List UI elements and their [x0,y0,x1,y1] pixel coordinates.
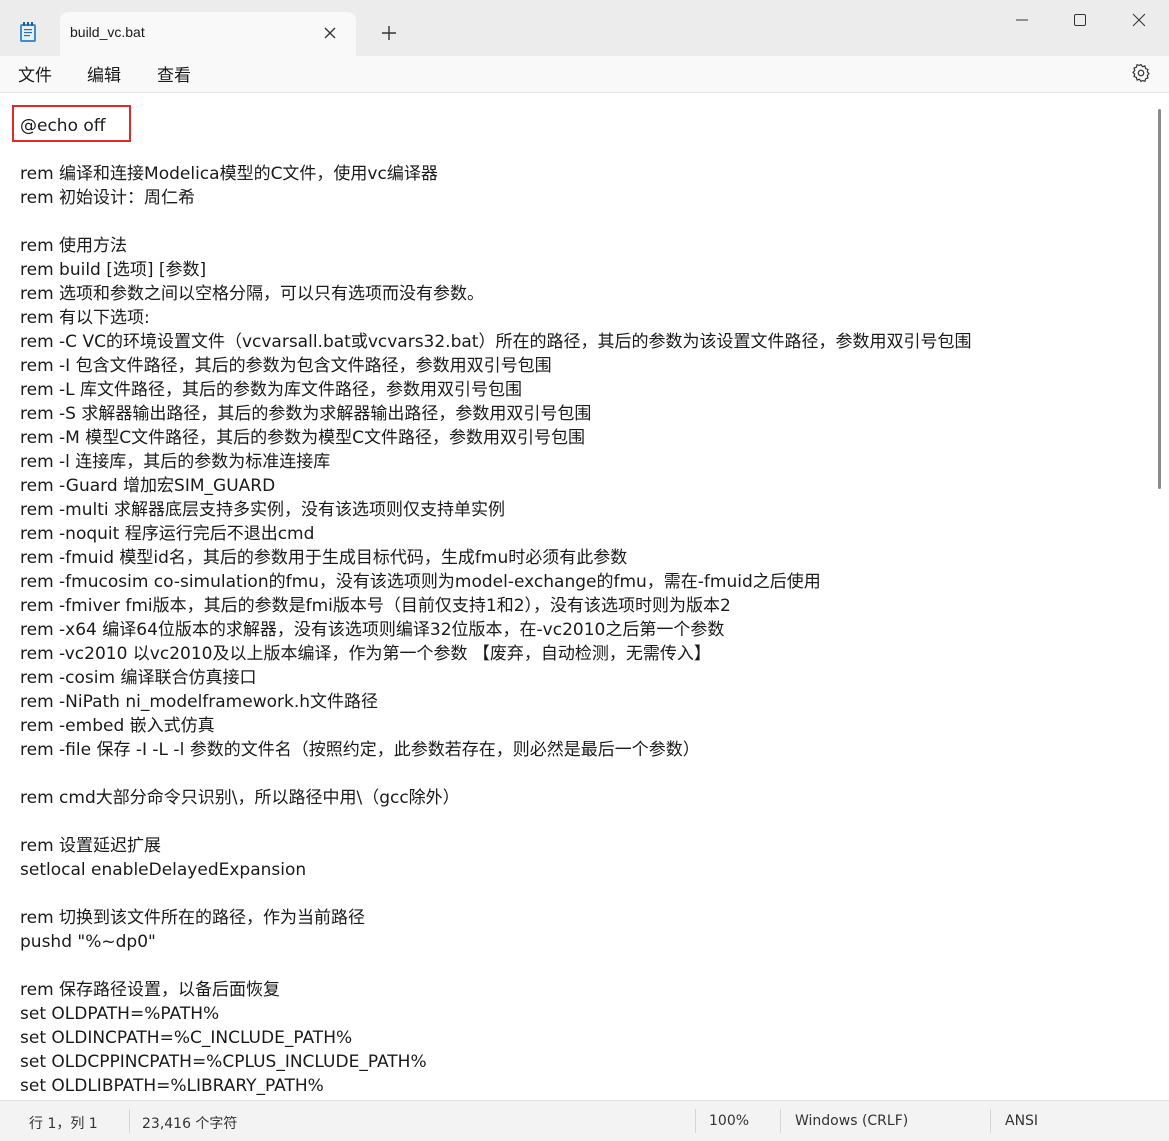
title-bar: build_vc.bat [0,0,1169,56]
editor-line[interactable]: rem cmd大部分命令只识别\，所以路径中用\（gcc除外） [20,786,971,810]
gear-icon[interactable] [1130,62,1152,84]
editor-line[interactable]: rem 初始设计：周仁希 [20,186,971,210]
status-divider [695,1109,696,1133]
editor-line[interactable] [20,954,971,978]
text-editor[interactable]: @echo off rem 编译和连接Modelica模型的C文件，使用vc编译器… [0,93,1169,1100]
menu-view[interactable]: 查看 [157,61,191,86]
line-ending[interactable]: Windows (CRLF) [795,1113,908,1129]
editor-line[interactable]: rem -I 包含文件路径，其后的参数为包含文件路径，参数用双引号包围 [20,354,971,378]
editor-line[interactable]: rem -C VC的环境设置文件（vcvarsall.bat或vcvars32.… [20,330,971,354]
tab-title: build_vc.bat [70,24,145,40]
editor-line[interactable] [20,762,971,786]
editor-line[interactable]: set OLDINCPATH=%C_INCLUDE_PATH% [20,1026,971,1050]
editor-line[interactable]: rem -l 连接库，其后的参数为标准连接库 [20,450,971,474]
zoom-level[interactable]: 100% [709,1113,749,1129]
editor-line[interactable]: rem -S 求解器输出路径，其后的参数为求解器输出路径，参数用双引号包围 [20,402,971,426]
editor-line[interactable]: rem -fmucosim co-simulation的fmu，没有该选项则为m… [20,570,971,594]
menu-file[interactable]: 文件 [18,61,52,86]
close-tab-icon[interactable] [322,25,338,41]
character-count: 23,416 个字符 [142,1116,238,1132]
maximize-icon[interactable] [1065,8,1095,32]
close-window-icon[interactable] [1124,8,1154,32]
editor-line[interactable]: set OLDCPPINCPATH=%CPLUS_INCLUDE_PATH% [20,1050,971,1074]
menu-bar: 文件 编辑 查看 [0,56,1169,93]
notepad-app-icon [20,22,36,42]
vertical-scrollbar[interactable] [1158,109,1161,489]
editor-line[interactable]: rem -M 模型C文件路径，其后的参数为模型C文件路径，参数用双引号包围 [20,426,971,450]
editor-line[interactable]: rem 保存路径设置，以备后面恢复 [20,978,971,1002]
editor-line[interactable]: rem 使用方法 [20,234,971,258]
menu-edit[interactable]: 编辑 [87,61,121,86]
new-tab-plus-icon[interactable] [378,22,400,44]
editor-line[interactable]: rem 选项和参数之间以空格分隔，可以只有选项而没有参数。 [20,282,971,306]
editor-line[interactable]: rem build [选项] [参数] [20,258,971,282]
editor-line[interactable]: rem -fmiver fmi版本，其后的参数是fmi版本号（目前仅支持1和2）… [20,594,971,618]
editor-line[interactable] [20,210,971,234]
editor-line[interactable]: rem -cosim 编译联合仿真接口 [20,666,971,690]
editor-line[interactable]: pushd "%~dp0" [20,930,971,954]
editor-line[interactable] [20,882,971,906]
editor-line[interactable]: @echo off [20,114,971,138]
status-divider [990,1109,991,1133]
editor-line[interactable]: rem -noquit 程序运行完后不退出cmd [20,522,971,546]
editor-line[interactable]: rem -vc2010 以vc2010及以上版本编译，作为第一个参数 【废弃，自… [20,642,971,666]
editor-line[interactable]: rem 设置延迟扩展 [20,834,971,858]
editor-line[interactable] [20,810,971,834]
editor-line[interactable]: rem -multi 求解器底层支持多实例，没有该选项则仅支持单实例 [20,498,971,522]
editor-line[interactable]: rem 切换到该文件所在的路径，作为当前路径 [20,906,971,930]
status-divider [780,1109,781,1133]
editor-line[interactable]: rem 编译和连接Modelica模型的C文件，使用vc编译器 [20,162,971,186]
editor-line[interactable]: set OLDPATH=%PATH% [20,1002,971,1026]
status-divider [129,1109,130,1133]
status-bar: 行 1，列 1 23,416 个字符 100% Windows (CRLF) A… [0,1100,1169,1141]
editor-line[interactable] [20,138,971,162]
editor-line[interactable]: rem 有以下选项: [20,306,971,330]
editor-line[interactable]: setlocal enableDelayedExpansion [20,858,971,882]
encoding[interactable]: ANSI [1005,1113,1038,1129]
editor-line[interactable]: rem -x64 编译64位版本的求解器，没有该选项则编译32位版本，在-vc2… [20,618,971,642]
editor-line[interactable]: rem -L 库文件路径，其后的参数为库文件路径，参数用双引号包围 [20,378,971,402]
editor-line[interactable]: rem -fmuid 模型id名，其后的参数用于生成目标代码，生成fmu时必须有… [20,546,971,570]
editor-line[interactable]: rem -file 保存 -I -L -l 参数的文件名（按照约定，此参数若存在… [20,738,971,762]
cursor-position: 行 1，列 1 [29,1116,98,1132]
minimize-icon[interactable] [1007,8,1037,32]
tab-build-vc-bat[interactable]: build_vc.bat [60,12,356,56]
editor-line[interactable]: rem -embed 嵌入式仿真 [20,714,971,738]
editor-line[interactable]: set OLDLIBPATH=%LIBRARY_PATH% [20,1074,971,1098]
editor-content[interactable]: @echo off rem 编译和连接Modelica模型的C文件，使用vc编译器… [20,114,971,1098]
editor-line[interactable]: rem -Guard 增加宏SIM_GUARD [20,474,971,498]
editor-line[interactable]: rem -NiPath ni_modelframework.h文件路径 [20,690,971,714]
